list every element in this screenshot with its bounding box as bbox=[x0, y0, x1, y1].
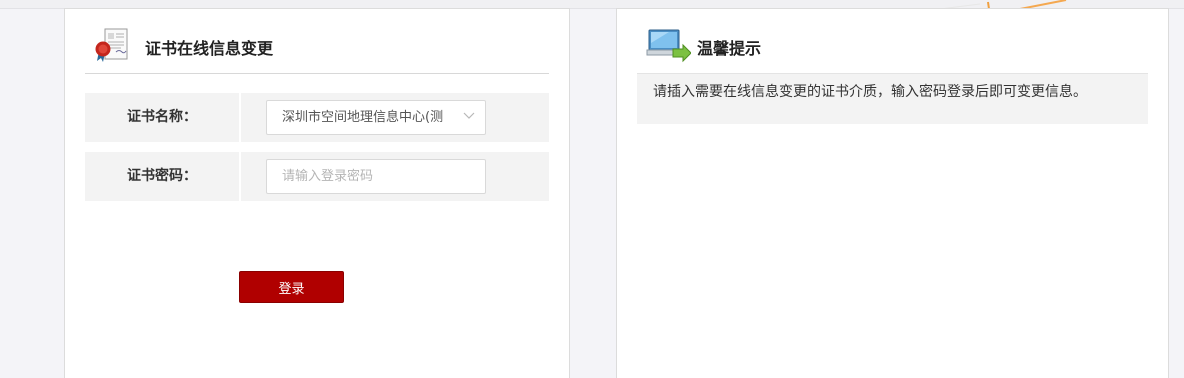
cert-password-label: 证书密码： bbox=[127, 168, 197, 184]
tip-message: 请插入需要在线信息变更的证书介质，输入密码登录后即可变更信息。 bbox=[637, 73, 1148, 124]
computer-monitor-icon bbox=[646, 29, 691, 63]
page-title: 证书在线信息变更 bbox=[145, 39, 274, 58]
row-divider bbox=[239, 93, 241, 142]
row-divider bbox=[239, 152, 241, 201]
login-button[interactable]: 登录 bbox=[239, 271, 344, 303]
certificate-seal-icon bbox=[95, 28, 128, 62]
tips-panel: 温馨提示 请插入需要在线信息变更的证书介质，输入密码登录后即可变更信息。 bbox=[616, 8, 1169, 378]
cert-name-select[interactable]: 深圳市空间地理信息中心(测 bbox=[266, 100, 486, 135]
panel-header: 温馨提示 bbox=[637, 27, 1148, 73]
cert-name-value: 深圳市空间地理信息中心(测 bbox=[282, 110, 444, 125]
tips-title: 温馨提示 bbox=[697, 39, 762, 58]
cert-name-label: 证书名称： bbox=[127, 109, 197, 125]
certificate-change-panel: 证书在线信息变更 证书名称： 深圳市空间地理信息中心(测 证书密码： 登录 bbox=[64, 8, 570, 378]
chevron-down-icon bbox=[463, 112, 475, 119]
cert-password-input[interactable] bbox=[266, 159, 486, 194]
cert-name-row: 证书名称： 深圳市空间地理信息中心(测 bbox=[85, 93, 549, 142]
panel-header: 证书在线信息变更 bbox=[85, 27, 549, 74]
cert-password-row: 证书密码： bbox=[85, 152, 549, 201]
